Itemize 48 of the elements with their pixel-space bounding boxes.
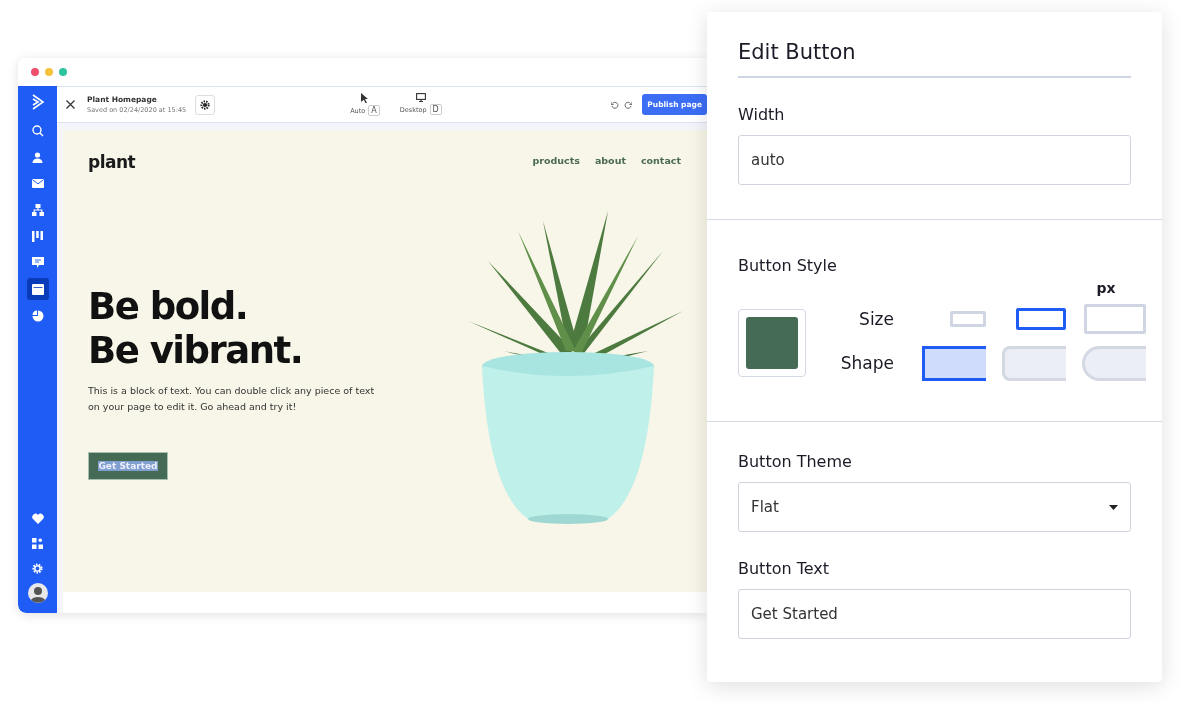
shortcut-key: A xyxy=(368,105,380,116)
logo-icon[interactable] xyxy=(30,94,45,110)
redo-icon[interactable] xyxy=(624,100,633,109)
chat-icon[interactable] xyxy=(31,257,44,269)
window-control-dot[interactable] xyxy=(59,68,67,76)
shortcut-key: D xyxy=(429,104,442,115)
undo-icon[interactable] xyxy=(611,100,620,109)
site-logo[interactable]: plant xyxy=(88,152,418,172)
settings-icon[interactable] xyxy=(32,562,43,574)
shape-option[interactable] xyxy=(922,345,986,381)
nav-link[interactable]: products xyxy=(532,155,580,166)
width-input[interactable]: auto xyxy=(738,135,1131,185)
cursor-icon[interactable] xyxy=(360,93,369,103)
field-label: Width xyxy=(738,105,786,124)
panel-title: Edit Button xyxy=(738,12,1131,78)
avatar[interactable] xyxy=(27,583,48,603)
window-control-dot[interactable] xyxy=(45,68,53,76)
caret-icon xyxy=(1109,504,1118,510)
apps-icon[interactable] xyxy=(32,537,43,549)
gear-icon xyxy=(200,99,211,110)
size-option[interactable] xyxy=(1016,308,1066,330)
size-label: Size xyxy=(858,309,895,329)
button-text-input[interactable]: Get Started xyxy=(738,589,1131,639)
color-swatch[interactable] xyxy=(746,317,798,369)
monitor-icon[interactable] xyxy=(415,93,426,102)
page-icon[interactable] xyxy=(31,283,44,295)
field-label: Button Theme xyxy=(738,452,853,471)
mail-icon[interactable] xyxy=(31,179,44,189)
heart-icon[interactable] xyxy=(31,512,44,524)
nav-link[interactable]: about xyxy=(594,155,626,166)
field-label: Button Text xyxy=(738,559,831,578)
body-paragraph: This is a block of text. You can double click any piece of text on your page to edit it. Go ahead and try it! xyxy=(88,384,376,414)
shape-label: Shape xyxy=(839,353,895,373)
headline: Be vibrant. xyxy=(88,329,304,373)
search-icon[interactable] xyxy=(31,125,44,137)
headline: Be bold. xyxy=(88,285,249,329)
nav-link[interactable]: contact xyxy=(640,155,681,166)
window-control-dot[interactable] xyxy=(31,68,39,76)
person-icon[interactable] xyxy=(32,151,43,163)
sitemap-icon[interactable] xyxy=(31,204,44,217)
unit-label: px xyxy=(1096,280,1116,296)
close-icon[interactable] xyxy=(66,100,75,109)
theme-dropdown[interactable]: Flat xyxy=(738,482,1131,532)
settings-button[interactable] xyxy=(195,94,216,115)
board-icon[interactable] xyxy=(32,231,43,243)
color-picker[interactable] xyxy=(738,309,806,377)
section-label: Button Style xyxy=(738,256,838,275)
pie-chart-icon[interactable] xyxy=(31,309,44,322)
